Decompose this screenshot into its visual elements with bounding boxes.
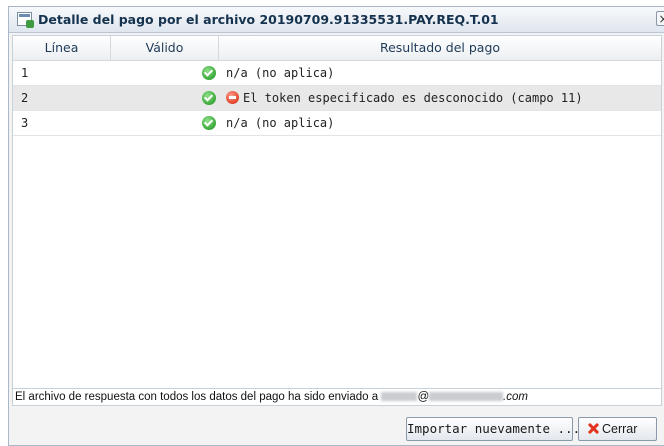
close-button[interactable]: Cerrar (578, 417, 657, 441)
error-icon (226, 91, 239, 104)
column-header-valid[interactable]: Válido (111, 36, 219, 60)
check-ok-icon (202, 116, 216, 130)
column-header-result[interactable]: Resultado del pago (219, 36, 661, 60)
line-number: 3 (21, 116, 29, 130)
status-message: El archivo de respuesta con todos los da… (12, 389, 662, 406)
result-cell: n/a (no aplica) (219, 61, 661, 85)
status-prefix: El archivo de respuesta con todos los da… (15, 391, 382, 403)
table-row[interactable]: 1 n/a (no aplica) (13, 61, 661, 86)
status-at: @ (417, 391, 430, 403)
dialog-titlebar[interactable]: Detalle del pago por el archivo 20190709… (9, 7, 664, 33)
result-text: El token especificado es desconocido (ca… (243, 91, 583, 105)
line-number: 1 (21, 66, 29, 80)
result-cell: n/a (no aplica) (219, 111, 661, 135)
payment-results-table: Línea Válido Resultado del pago 1 n/a (n… (12, 35, 662, 389)
valid-cell (111, 86, 219, 110)
table-row[interactable]: 3 n/a (no aplica) (13, 111, 661, 136)
import-again-button[interactable]: Importar nuevamente ... (406, 417, 580, 441)
valid-cell (111, 61, 219, 85)
dialog-title: Detalle del pago por el archivo 20190709… (38, 12, 499, 27)
result-text: n/a (no aplica) (226, 66, 335, 80)
payment-detail-dialog: Detalle del pago por el archivo 20190709… (8, 6, 664, 446)
table-header: Línea Válido Resultado del pago (13, 36, 661, 61)
redacted-email-domain (429, 392, 504, 401)
table-row[interactable]: 2 El token especificado es desconocido (… (13, 86, 661, 111)
result-cell: El token especificado es desconocido (ca… (219, 86, 661, 110)
dialog-close-icon[interactable]: × (656, 11, 664, 26)
result-text: n/a (no aplica) (226, 116, 335, 130)
document-import-icon (17, 12, 34, 28)
redacted-email-user (381, 392, 418, 401)
valid-cell (111, 111, 219, 135)
status-suffix: .com (503, 391, 528, 403)
column-header-line[interactable]: Línea (13, 36, 111, 60)
close-x-icon (587, 422, 600, 435)
line-number: 2 (21, 91, 29, 105)
close-button-label: Cerrar (602, 422, 638, 436)
check-ok-icon (202, 66, 216, 80)
check-ok-icon (202, 91, 216, 105)
